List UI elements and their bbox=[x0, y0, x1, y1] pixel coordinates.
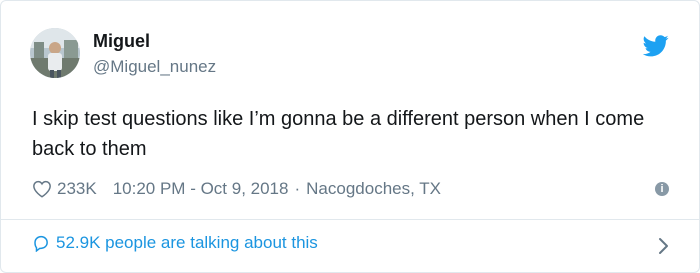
meta-separator: · bbox=[294, 179, 301, 198]
twitter-bird-icon[interactable] bbox=[643, 35, 669, 57]
location[interactable]: Nacogdoches, TX bbox=[306, 179, 441, 199]
conversation-label[interactable]: 52.9K people are talking about this bbox=[56, 233, 318, 253]
chevron-right-icon[interactable] bbox=[657, 237, 669, 255]
tweet-card: Miguel @Miguel_nunez I skip test questio… bbox=[0, 0, 700, 273]
timestamp[interactable]: 10:20 PM - Oct 9, 2018 bbox=[113, 179, 289, 199]
tweet-text: I skip test questions like I’m gonna be … bbox=[32, 108, 645, 160]
divider bbox=[1, 219, 699, 220]
avatar[interactable] bbox=[30, 28, 80, 78]
like-count[interactable]: 233K bbox=[57, 179, 97, 199]
author-name[interactable]: Miguel bbox=[93, 31, 150, 52]
author-handle[interactable]: @Miguel_nunez bbox=[93, 57, 216, 77]
info-icon[interactable]: i bbox=[655, 182, 669, 196]
tweet-meta: 233K 10:20 PM - Oct 9, 2018 · Nacogdoche… bbox=[32, 179, 441, 199]
speech-bubble-icon bbox=[34, 235, 48, 252]
heart-icon[interactable] bbox=[32, 180, 52, 198]
conversation-link[interactable]: 52.9K people are talking about this bbox=[32, 233, 318, 253]
